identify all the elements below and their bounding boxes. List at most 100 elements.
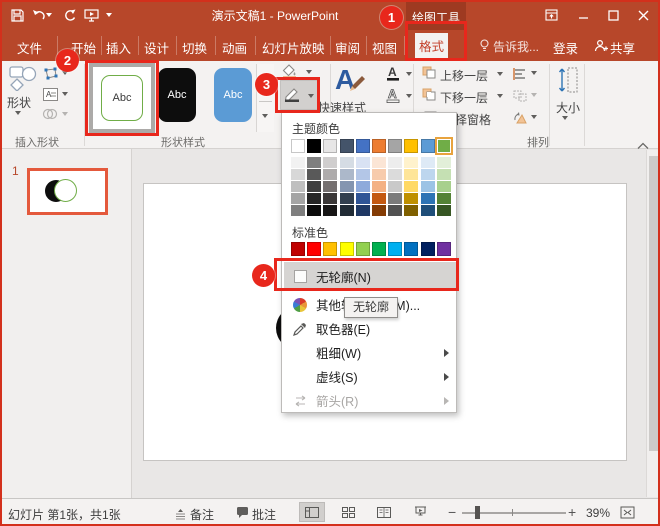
color-swatch[interactable] bbox=[323, 242, 337, 256]
color-swatch[interactable] bbox=[388, 205, 402, 217]
color-swatch[interactable] bbox=[437, 157, 451, 169]
merge-shapes-dropdown-icon[interactable] bbox=[62, 112, 68, 116]
color-swatch[interactable] bbox=[421, 157, 435, 169]
color-swatch[interactable] bbox=[307, 139, 321, 153]
tab-file[interactable]: 文件 bbox=[17, 38, 42, 57]
color-swatch[interactable] bbox=[372, 169, 386, 181]
color-swatch[interactable] bbox=[388, 242, 402, 256]
size-dropdown-icon[interactable] bbox=[562, 116, 568, 120]
color-swatch[interactable] bbox=[307, 242, 321, 256]
color-swatch[interactable] bbox=[372, 157, 386, 169]
text-fill-icon[interactable]: A bbox=[386, 65, 400, 86]
color-swatch[interactable] bbox=[437, 242, 451, 256]
start-slideshow-button[interactable] bbox=[82, 7, 100, 23]
color-swatch[interactable] bbox=[437, 169, 451, 181]
undo-dropdown-icon[interactable] bbox=[46, 13, 52, 17]
save-icon[interactable] bbox=[8, 7, 26, 23]
menu-item-eyedropper[interactable]: 取色器(E) bbox=[284, 317, 456, 340]
tell-me-box[interactable]: 告诉我... bbox=[493, 38, 539, 55]
color-swatch[interactable] bbox=[291, 205, 305, 217]
color-swatch[interactable] bbox=[291, 157, 305, 169]
share-button[interactable]: 共享 bbox=[610, 38, 635, 57]
color-swatch[interactable] bbox=[356, 205, 370, 217]
scrollbar-thumb[interactable] bbox=[649, 156, 658, 451]
color-swatch[interactable] bbox=[388, 181, 402, 193]
menu-item-weight[interactable]: 粗细(W) bbox=[284, 341, 456, 364]
zoom-slider-handle[interactable] bbox=[475, 506, 480, 519]
normal-view-button[interactable] bbox=[299, 502, 325, 522]
color-swatch[interactable] bbox=[340, 181, 354, 193]
shape-style-3[interactable]: Abc bbox=[214, 68, 252, 122]
shapes-dropdown-icon[interactable] bbox=[15, 111, 21, 115]
color-swatch[interactable] bbox=[421, 181, 435, 193]
maximize-button[interactable] bbox=[602, 6, 624, 24]
tab-transitions[interactable]: 切换 bbox=[182, 38, 207, 57]
edit-shape-icon[interactable] bbox=[41, 65, 59, 81]
color-swatch[interactable] bbox=[356, 169, 370, 181]
color-swatch[interactable] bbox=[404, 193, 418, 205]
color-swatch[interactable] bbox=[356, 193, 370, 205]
tab-slideshow[interactable]: 幻灯片放映 bbox=[262, 38, 325, 57]
color-swatch[interactable] bbox=[340, 205, 354, 217]
color-swatch[interactable] bbox=[404, 169, 418, 181]
close-button[interactable] bbox=[632, 6, 654, 24]
color-swatch[interactable] bbox=[372, 139, 386, 153]
rotate-icon[interactable] bbox=[511, 110, 529, 126]
color-swatch[interactable] bbox=[291, 193, 305, 205]
size-button[interactable]: 大小 bbox=[556, 99, 580, 116]
zoom-level[interactable]: 39% bbox=[586, 506, 610, 520]
color-swatch[interactable] bbox=[421, 169, 435, 181]
send-backward-dropdown-icon[interactable] bbox=[497, 94, 503, 98]
color-swatch[interactable] bbox=[323, 157, 337, 169]
text-outline-icon[interactable]: A bbox=[386, 87, 400, 108]
color-swatch[interactable] bbox=[356, 157, 370, 169]
color-swatch[interactable] bbox=[291, 169, 305, 181]
color-swatch[interactable] bbox=[291, 242, 305, 256]
slideshow-view-button[interactable] bbox=[407, 502, 433, 522]
color-swatch[interactable] bbox=[340, 193, 354, 205]
color-swatch[interactable] bbox=[388, 157, 402, 169]
text-fill-dropdown-icon[interactable] bbox=[406, 72, 412, 76]
color-swatch[interactable] bbox=[372, 181, 386, 193]
color-swatch[interactable] bbox=[372, 242, 386, 256]
color-swatch[interactable] bbox=[340, 169, 354, 181]
shape-style-1-selected[interactable]: Abc bbox=[89, 63, 155, 133]
tab-view[interactable]: 视图 bbox=[372, 38, 397, 57]
minimize-button[interactable] bbox=[572, 6, 594, 24]
color-swatch[interactable] bbox=[340, 242, 354, 256]
group-dropdown-icon[interactable] bbox=[531, 93, 537, 97]
color-swatch[interactable] bbox=[356, 242, 370, 256]
color-swatch[interactable] bbox=[356, 181, 370, 193]
align-dropdown-icon[interactable] bbox=[531, 71, 537, 75]
color-swatch[interactable] bbox=[404, 181, 418, 193]
text-outline-dropdown-icon[interactable] bbox=[406, 94, 412, 98]
color-swatch[interactable] bbox=[291, 139, 305, 153]
notes-button[interactable]: 备注 bbox=[190, 506, 214, 523]
color-swatch[interactable] bbox=[437, 181, 451, 193]
bring-forward-dropdown-icon[interactable] bbox=[497, 72, 503, 76]
color-swatch[interactable] bbox=[388, 193, 402, 205]
sign-in-link[interactable]: 登录 bbox=[553, 38, 578, 57]
zoom-out-button[interactable]: − bbox=[448, 504, 456, 520]
color-swatch[interactable] bbox=[404, 157, 418, 169]
tab-animations[interactable]: 动画 bbox=[222, 38, 247, 57]
tab-design[interactable]: 设计 bbox=[144, 38, 169, 57]
text-box-icon[interactable]: A bbox=[41, 86, 59, 102]
merge-shapes-icon[interactable] bbox=[41, 106, 59, 122]
vertical-scrollbar[interactable] bbox=[646, 150, 659, 497]
color-swatch[interactable] bbox=[323, 139, 337, 153]
comments-button[interactable]: 批注 bbox=[252, 506, 276, 523]
redo-button[interactable] bbox=[60, 7, 78, 23]
qat-customize-icon[interactable] bbox=[106, 13, 112, 17]
color-swatch[interactable] bbox=[437, 193, 451, 205]
size-icon[interactable] bbox=[557, 65, 579, 100]
shape-fill-button[interactable] bbox=[282, 64, 318, 81]
shape-style-2[interactable]: Abc bbox=[158, 68, 196, 122]
tab-review[interactable]: 审阅 bbox=[335, 38, 360, 57]
color-swatch[interactable] bbox=[404, 242, 418, 256]
tab-insert[interactable]: 插入 bbox=[106, 38, 131, 57]
color-swatch[interactable] bbox=[323, 193, 337, 205]
color-swatch[interactable] bbox=[340, 139, 354, 153]
send-backward-button[interactable]: 下移一层 bbox=[440, 89, 488, 106]
color-swatch[interactable] bbox=[307, 169, 321, 181]
